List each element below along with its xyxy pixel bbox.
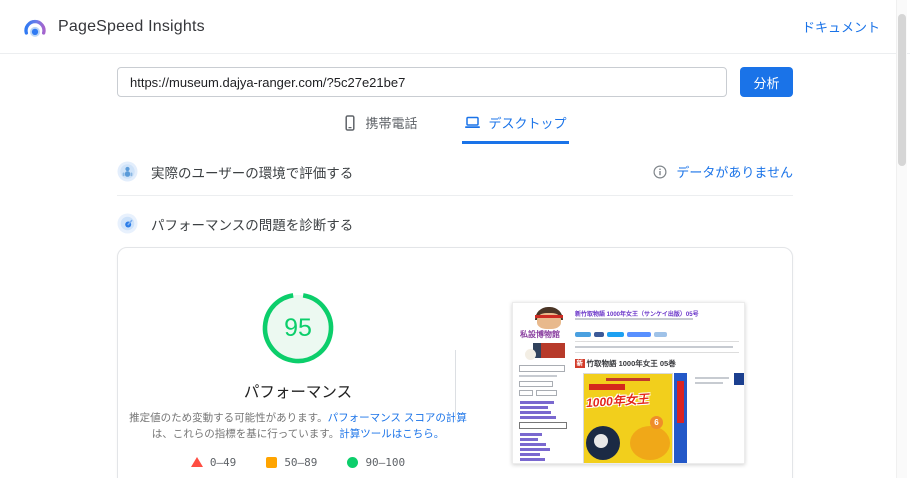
cover-volume-badge: 6 [650, 416, 663, 429]
thumb-category-header [519, 422, 567, 429]
info-icon [653, 164, 667, 179]
thumb-comic-cover: 1000年女王 6 [583, 373, 673, 463]
thumb-side-box [734, 373, 744, 385]
cover-art-blob [630, 426, 670, 460]
main-content: 分析 携帯電話 デスクトップ [117, 67, 793, 478]
analyze-form: 分析 [117, 67, 793, 97]
text-bar [520, 458, 545, 461]
performance-note: 推定値のため変動する可能性があります。パフォーマンス スコアの計算は、これらの指… [127, 410, 469, 443]
text-bar [695, 377, 729, 379]
logo-cat [525, 349, 536, 360]
thumb-site-logo: 私設博物館 [520, 307, 571, 361]
cover-face-circle [594, 434, 608, 448]
vertical-divider [455, 350, 456, 420]
orange-square-icon [266, 456, 278, 468]
section-divider [117, 195, 793, 196]
note-text-1: 推定値のため変動する可能性があります。 [129, 412, 328, 424]
text-bar [695, 382, 723, 384]
device-tabs: 携帯電話 デスクトップ [117, 109, 793, 144]
analyze-button[interactable]: 分析 [740, 67, 793, 97]
field-section-title: 実際のユーザーの環境で評価する [151, 165, 354, 181]
legend-low-label: 0–49 [209, 455, 237, 469]
share-pill [607, 332, 624, 337]
text-bar [520, 411, 551, 414]
legend-mid-label: 50–89 [284, 455, 318, 469]
scrollbar-thumb[interactable] [898, 14, 906, 166]
logo-headband [535, 315, 563, 318]
thumb-divider [575, 341, 739, 342]
user-environment-icon [117, 161, 138, 182]
scrollbar-track[interactable] [896, 0, 907, 478]
diagnose-row: パフォーマンスの問題を診断する [117, 213, 793, 234]
share-pill [627, 332, 651, 337]
thumb-language-select [519, 365, 565, 372]
performance-score: 95 [284, 313, 312, 342]
thumb-divider [575, 352, 739, 353]
thumb-logo-text: 私設博物館 [520, 330, 560, 339]
app-header: PageSpeed Insights ドキュメント [0, 0, 910, 54]
tab-desktop[interactable]: デスクトップ [461, 109, 569, 144]
no-data-label: データがありません [676, 165, 793, 180]
cover-title-text: 1000年女王 [585, 391, 650, 411]
thumb-search-box [519, 381, 553, 387]
text-bar [520, 438, 538, 441]
note-text-2: は、これらの指標を基に行っています。 [151, 428, 340, 441]
text-bar [520, 406, 548, 409]
tab-mobile-label: 携帯電話 [365, 116, 418, 131]
url-input[interactable] [117, 67, 727, 97]
mobile-phone-icon [345, 114, 356, 131]
text-bar [520, 453, 540, 456]
thumb-page-title: 新竹取物語 1000年女王（サンケイ出版）05号 [575, 312, 699, 318]
score-calc-link[interactable]: パフォーマンス スコアの計算 [328, 412, 467, 424]
pagespeed-insights-page: PageSpeed Insights ドキュメント 分析 携帯電話 [0, 0, 910, 478]
text-bar [606, 378, 650, 381]
text-bar [520, 416, 556, 419]
legend-high-label: 90–100 [365, 455, 406, 469]
performance-card: 95 パフォーマンス 推定値のため変動する可能性があります。パフォーマンス スコ… [117, 247, 793, 478]
pagespeed-logo-icon [24, 19, 46, 37]
text-bar [520, 443, 546, 446]
text-bar [520, 401, 554, 404]
green-circle-icon [347, 456, 359, 468]
thumb-heading-text: 竹取物語 1000年女王 05巻 [586, 359, 676, 368]
diagnose-gauge-icon [117, 213, 138, 234]
text-bar [520, 448, 550, 451]
field-data-row: 実際のユーザーの環境で評価する データがありません [117, 161, 793, 182]
diagnose-section-title: パフォーマンスの問題を診断する [151, 217, 354, 233]
page-screenshot-thumbnail[interactable]: 私設博物館 新竹取物語 1000年女王（サンケイ出版）05号 新 竹取物語 10… [512, 302, 745, 464]
text-bar [575, 346, 733, 348]
legend-item-mid: 50–89 [266, 456, 317, 469]
score-legend: 0–49 50–89 90–100 [118, 456, 478, 469]
performance-label: パフォーマンス [243, 384, 353, 401]
new-badge: 新 [575, 359, 585, 368]
cover-logo-block [589, 384, 625, 390]
tab-mobile[interactable]: 携帯電話 [341, 109, 419, 144]
share-pill [594, 332, 604, 337]
spine-red-bar [677, 381, 684, 423]
share-pill [575, 332, 591, 337]
share-pill [654, 332, 667, 337]
no-data-status[interactable]: データがありません [653, 162, 793, 181]
thumb-button [536, 390, 557, 396]
text-bar [519, 375, 557, 377]
text-bar [575, 318, 693, 320]
laptop-icon [464, 116, 480, 128]
red-triangle-icon [190, 457, 203, 468]
legend-item-high: 90–100 [347, 456, 405, 469]
cover-spine [674, 373, 687, 463]
thumb-article-heading: 新 竹取物語 1000年女王 05巻 [575, 358, 676, 369]
score-gauge[interactable]: 95 [258, 288, 338, 368]
performance-summary: 95 パフォーマンス 推定値のため変動する可能性があります。パフォーマンス スコ… [118, 288, 478, 469]
calculator-link[interactable]: 計算ツールはこちら。 [339, 428, 444, 440]
thumb-button [519, 390, 533, 396]
app-title: PageSpeed Insights [58, 17, 205, 35]
legend-item-low: 0–49 [190, 455, 237, 469]
tab-desktop-label: デスクトップ [488, 116, 567, 131]
documentation-link[interactable]: ドキュメント [802, 17, 880, 36]
text-bar [520, 433, 542, 436]
